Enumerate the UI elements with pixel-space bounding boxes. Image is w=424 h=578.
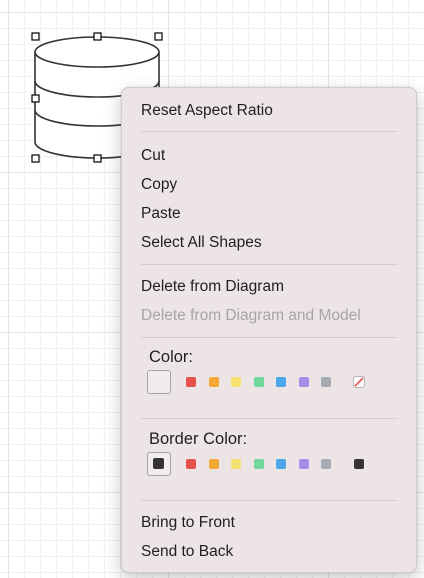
menu-item-select-all-shapes[interactable]: Select All Shapes: [141, 231, 406, 255]
no-color-icon[interactable]: [353, 376, 365, 388]
menu-item-reset-aspect-ratio[interactable]: Reset Aspect Ratio: [141, 99, 406, 123]
color-swatch-green[interactable]: [254, 377, 264, 387]
menu-item-delete-from-diagram[interactable]: Delete from Diagram: [141, 275, 406, 299]
color-swatch-orange[interactable]: [209, 377, 219, 387]
border-color-label: Border Color:: [149, 430, 248, 448]
resize-handle-bottom[interactable]: [93, 154, 102, 163]
color-swatch-red[interactable]: [186, 377, 196, 387]
border-swatch-red[interactable]: [186, 459, 196, 469]
menu-separator: [141, 264, 398, 265]
resize-handle-bottom-left[interactable]: [31, 154, 40, 163]
menu-separator: [141, 500, 398, 501]
border-swatch-orange[interactable]: [209, 459, 219, 469]
border-swatch-purple[interactable]: [299, 459, 309, 469]
color-swatch-blue[interactable]: [276, 377, 286, 387]
menu-separator: [141, 418, 398, 419]
context-menu: Reset Aspect Ratio Cut Copy Paste Select…: [121, 87, 417, 573]
menu-item-bring-to-front[interactable]: Bring to Front: [141, 511, 406, 535]
menu-item-send-to-back[interactable]: Send to Back: [141, 540, 406, 564]
color-swatch-none-selected[interactable]: [147, 370, 171, 394]
resize-handle-top-left[interactable]: [31, 32, 40, 41]
border-swatch-dark-selected[interactable]: [147, 452, 171, 476]
menu-separator: [141, 337, 398, 338]
border-swatch-green[interactable]: [254, 459, 264, 469]
resize-handle-top[interactable]: [93, 32, 102, 41]
border-swatch-yellow[interactable]: [231, 459, 241, 469]
menu-item-delete-from-diagram-and-model: Delete from Diagram and Model: [141, 307, 361, 324]
menu-item-cut[interactable]: Cut: [141, 144, 406, 168]
resize-handle-top-right[interactable]: [154, 32, 163, 41]
color-swatch-gray[interactable]: [321, 377, 331, 387]
menu-separator: [141, 131, 398, 132]
menu-item-copy[interactable]: Copy: [141, 173, 406, 197]
color-label: Color:: [149, 348, 194, 366]
border-swatch-blue[interactable]: [276, 459, 286, 469]
border-swatch-dark[interactable]: [354, 459, 364, 469]
color-swatch-yellow[interactable]: [231, 377, 241, 387]
color-swatch-purple[interactable]: [299, 377, 309, 387]
menu-item-paste[interactable]: Paste: [141, 202, 406, 226]
resize-handle-left[interactable]: [31, 94, 40, 103]
selected-border-color-chip: [153, 458, 164, 469]
border-swatch-gray[interactable]: [321, 459, 331, 469]
